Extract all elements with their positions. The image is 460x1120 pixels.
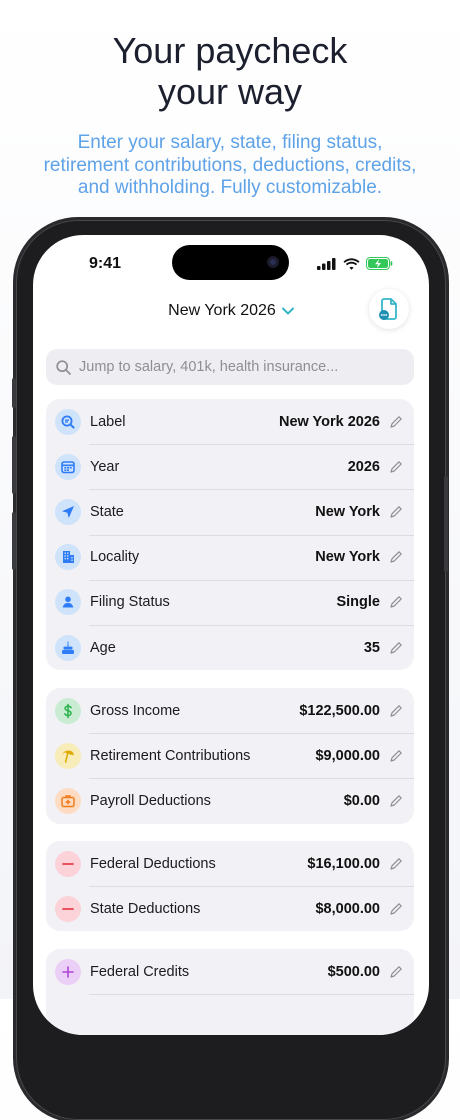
chevron-down-icon — [281, 302, 294, 320]
phone-silent-switch — [12, 378, 16, 408]
row-label-text: Year — [90, 458, 120, 475]
row-value: New York — [315, 503, 380, 520]
edit-pencil-icon[interactable] — [390, 506, 402, 518]
search-bar[interactable]: Jump to salary, 401k, health insurance..… — [46, 349, 414, 385]
edit-pencil-icon[interactable] — [390, 596, 402, 608]
row-filing-status[interactable]: Filing Status Single — [46, 579, 414, 625]
wifi-icon — [343, 257, 360, 270]
subheadline-line-3: and withholding. Fully customizable. — [77, 177, 383, 198]
subheadline-line-2: retirement contributions, deductions, cr… — [43, 154, 417, 176]
row-age[interactable]: Age 35 — [46, 624, 414, 670]
phone-power-button — [444, 476, 448, 572]
minus-circle-icon — [55, 850, 81, 877]
row-payroll-deductions[interactable]: Payroll Deductions $0.00 — [46, 778, 414, 823]
location-arrow-icon — [55, 498, 81, 525]
row-value: Single — [336, 594, 380, 611]
row-federal-deductions[interactable]: Federal Deductions $16,100.00 — [46, 841, 414, 886]
magnifier-icon — [55, 408, 81, 435]
row-label-text: Filing Status — [90, 594, 170, 611]
plan-title: New York 2026 — [168, 302, 276, 320]
front-camera — [267, 256, 279, 268]
headline-line-2: your way — [157, 71, 303, 112]
search-icon — [56, 359, 71, 375]
minus-circle-icon — [55, 895, 81, 922]
row-label-text: Gross Income — [90, 702, 181, 719]
income-group: Gross Income $122,500.00 Retirement Cont… — [46, 688, 414, 824]
building-icon — [55, 544, 81, 571]
cellular-signal-icon — [317, 257, 336, 270]
row-value: $8,000.00 — [315, 900, 380, 917]
person-icon — [55, 589, 81, 616]
row-value: New York 2026 — [278, 413, 380, 430]
document-more-icon — [379, 298, 397, 320]
row-year[interactable]: Year 2026 — [46, 444, 414, 489]
deductions-group: Federal Deductions $16,100.00 State Dedu… — [46, 841, 414, 932]
edit-pencil-icon[interactable] — [390, 641, 402, 654]
row-label-text: Locality — [90, 549, 140, 566]
row-label-text: Age — [90, 639, 116, 656]
phone-volume-down-button — [12, 512, 16, 570]
row-state-deductions[interactable]: State Deductions $8,000.00 — [46, 886, 414, 931]
row-label-text: Federal Deductions — [90, 855, 216, 872]
status-time: 9:41 — [89, 255, 122, 272]
row-value: New York — [315, 549, 380, 566]
row-retirement-contributions[interactable]: Retirement Contributions $9,000.00 — [46, 733, 414, 778]
row-state[interactable]: State New York — [46, 489, 414, 534]
plan-details-group: Label New York 2026 Year 2026 State New … — [46, 399, 414, 671]
document-more-button[interactable] — [369, 289, 409, 329]
dollar-sign-icon — [55, 697, 81, 724]
row-label-text: Label — [90, 413, 126, 430]
edit-pencil-icon[interactable] — [390, 460, 402, 473]
search-placeholder: Jump to salary, 401k, health insurance..… — [79, 359, 339, 375]
row-value: 35 — [363, 639, 380, 656]
subheadline-line-1: Enter your salary, state, filing status, — [77, 132, 383, 153]
row-value: $500.00 — [327, 963, 380, 980]
medical-bag-icon — [55, 787, 81, 814]
row-value: $0.00 — [343, 792, 380, 809]
edit-pencil-icon[interactable] — [390, 965, 402, 978]
edit-pencil-icon[interactable] — [390, 795, 402, 807]
calendar-icon — [55, 453, 81, 480]
edit-pencil-icon[interactable] — [390, 704, 402, 717]
row-label-text: State Deductions — [90, 900, 201, 917]
phone-volume-up-button — [12, 436, 16, 494]
headline-line-1: Your paycheck — [112, 30, 348, 71]
headline: Your paycheck your way — [0, 30, 460, 112]
beach-umbrella-icon — [55, 742, 81, 769]
row-value: 2026 — [347, 458, 380, 475]
row-label[interactable]: Label New York 2026 — [46, 399, 414, 444]
edit-pencil-icon[interactable] — [390, 749, 402, 762]
row-value: $16,100.00 — [307, 855, 380, 872]
row-label-text: Federal Credits — [90, 963, 190, 980]
edit-pencil-icon[interactable] — [390, 902, 402, 915]
row-gross-income[interactable]: Gross Income $122,500.00 — [46, 688, 414, 733]
row-label-text: State — [90, 503, 124, 520]
plus-circle-icon — [55, 958, 81, 985]
edit-pencil-icon[interactable] — [390, 551, 402, 563]
birthday-cake-icon — [55, 634, 81, 661]
edit-pencil-icon[interactable] — [390, 415, 402, 428]
battery-charging-icon — [366, 257, 393, 270]
row-partial-next — [46, 994, 414, 1035]
subheadline: Enter your salary, state, filing status,… — [0, 132, 460, 200]
row-federal-credits[interactable]: Federal Credits $500.00 — [46, 949, 414, 994]
status-icons — [317, 257, 393, 270]
edit-pencil-icon[interactable] — [390, 857, 402, 870]
row-label-text: Payroll Deductions — [90, 792, 211, 809]
row-label-text: Retirement Contributions — [90, 747, 251, 764]
row-value: $122,500.00 — [299, 702, 380, 719]
phone-screen: 9:41 New York 2026 Jump to salary, 401k,… — [33, 235, 429, 1035]
credits-group: Federal Credits $500.00 — [46, 949, 414, 1035]
dynamic-island — [172, 245, 289, 280]
row-value: $9,000.00 — [315, 747, 380, 764]
row-locality[interactable]: Locality New York — [46, 534, 414, 580]
